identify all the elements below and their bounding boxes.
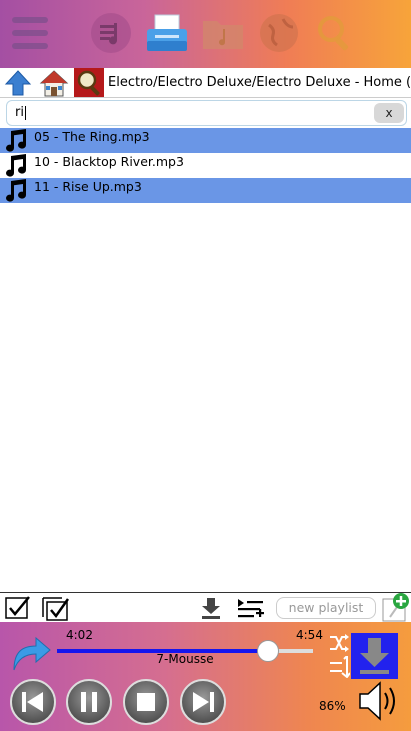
download-track-button[interactable]: [351, 633, 398, 679]
search-value: ri: [15, 105, 26, 120]
track-name: 11 - Rise Up.mp3: [34, 179, 142, 194]
search-input[interactable]: ri x: [6, 100, 407, 126]
add-playlist-icon[interactable]: [381, 593, 411, 622]
list-item[interactable]: 05 - The Ring.mp3: [0, 128, 411, 153]
stop-button[interactable]: [123, 679, 169, 725]
volume-percent: 86%: [319, 699, 346, 713]
music-note-icon: [4, 178, 30, 203]
music-note-icon: [4, 128, 30, 153]
globe-icon[interactable]: [252, 8, 306, 58]
search-filter-icon[interactable]: [74, 68, 104, 97]
track-name: 10 - Blacktop River.mp3: [34, 154, 184, 169]
next-track-button[interactable]: [180, 679, 226, 725]
path-bar: Electro/Electro Deluxe/Electro Deluxe - …: [0, 68, 411, 98]
search-icon[interactable]: [308, 8, 362, 58]
track-list: 05 - The Ring.mp3 10 - Blacktop River.mp…: [0, 128, 411, 203]
menu-icon[interactable]: [3, 8, 57, 58]
up-arrow-icon[interactable]: [4, 69, 32, 97]
shuffle-icon[interactable]: [328, 632, 350, 654]
volume-icon[interactable]: [356, 678, 402, 724]
add-to-queue-icon[interactable]: [236, 596, 266, 620]
path-text: Electro/Electro Deluxe/Electro Deluxe - …: [108, 75, 411, 90]
music-note-icon: [4, 153, 30, 178]
playlist-music-icon[interactable]: [84, 8, 138, 58]
list-item[interactable]: 11 - Rise Up.mp3: [0, 178, 411, 203]
pause-button[interactable]: [66, 679, 112, 725]
home-icon[interactable]: [39, 69, 69, 97]
new-playlist-button[interactable]: new playlist: [276, 597, 376, 619]
select-all-checkbox-icon[interactable]: [5, 596, 31, 620]
list-item[interactable]: 10 - Blacktop River.mp3: [0, 153, 411, 178]
player-panel: 4:02 4:54 7-Mousse 86%: [0, 622, 411, 731]
previous-track-button[interactable]: [10, 679, 56, 725]
sort-order-icon[interactable]: [328, 653, 351, 679]
multi-select-icon[interactable]: [40, 595, 70, 621]
bottom-action-bar: new playlist: [0, 592, 411, 622]
top-toolbar: [0, 0, 411, 68]
clear-search-button[interactable]: x: [374, 103, 404, 123]
total-time: 4:54: [296, 628, 323, 642]
printer-icon[interactable]: [140, 8, 194, 58]
download-icon[interactable]: [199, 596, 223, 620]
now-playing-title: 7-Mousse: [156, 652, 214, 666]
elapsed-time: 4:02: [66, 628, 93, 642]
music-folder-icon[interactable]: [196, 8, 250, 58]
track-name: 05 - The Ring.mp3: [34, 129, 150, 144]
search-row: ri x: [0, 98, 411, 128]
